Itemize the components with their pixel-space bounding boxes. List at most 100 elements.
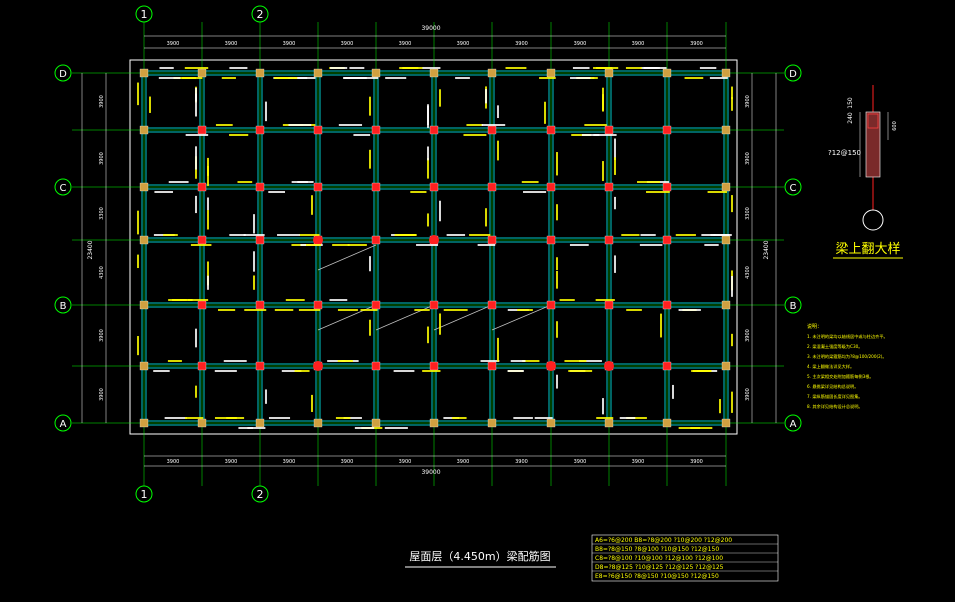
column	[255, 418, 265, 428]
axis-bubble-2-top: 2	[251, 5, 269, 23]
column	[371, 418, 381, 428]
beam-annotation	[559, 299, 575, 301]
beam-annotation-vertical	[614, 196, 616, 210]
beam-annotation	[215, 124, 233, 126]
column	[139, 125, 149, 135]
beam-annotation-vertical	[195, 385, 197, 398]
column	[371, 125, 381, 135]
beam-annotation-vertical	[660, 313, 662, 338]
beam-annotation	[298, 309, 321, 311]
column	[487, 68, 497, 78]
svg-text:B: B	[60, 301, 67, 312]
column	[371, 182, 381, 192]
beam-annotation	[678, 309, 701, 311]
axis-bubble-2-bottom: 2	[251, 485, 269, 503]
beam-annotation-vertical	[137, 82, 139, 106]
beam-annotation	[422, 370, 441, 372]
beam-annotation	[451, 417, 467, 419]
beam-annotation-vertical	[731, 333, 733, 347]
bay-dimension: 3900	[457, 41, 470, 47]
beam-annotation	[699, 67, 717, 69]
beam-annotation	[288, 124, 312, 126]
column	[313, 418, 323, 428]
beam-annotation-vertical	[369, 319, 371, 336]
column-large	[313, 235, 323, 245]
beam-annotation	[159, 67, 174, 69]
bay-dimension: 3900	[283, 41, 296, 47]
beam-annotation	[306, 244, 321, 246]
stirrup-table: A6=?6@200 B8=?8@200 ?10@200 ?12@200 B8=?…	[591, 534, 779, 582]
beam-annotation	[163, 234, 178, 236]
beam-annotation	[626, 309, 642, 311]
column	[546, 300, 556, 310]
beam-annotation-vertical	[614, 138, 616, 161]
beam-annotation	[332, 244, 350, 246]
beam-annotation	[337, 309, 358, 311]
beam-annotation	[268, 417, 291, 419]
bay-dimension: 3900	[167, 41, 180, 47]
beam-annotation	[595, 67, 619, 69]
column	[546, 68, 556, 78]
note-line: 1. 未注明的梁均以轴线居中或与柱边齐平。	[807, 333, 888, 340]
row-dimension: 3900	[745, 329, 751, 342]
column	[662, 300, 672, 310]
beam-annotation	[274, 77, 289, 79]
column	[255, 125, 265, 135]
beam-annotation	[299, 234, 320, 236]
column	[313, 300, 323, 310]
beam-annotation-vertical	[427, 213, 429, 227]
axis-bubble-1-bottom: 1	[135, 485, 153, 503]
beam-annotation	[480, 360, 500, 362]
beam-annotation	[463, 134, 487, 136]
beam-annotation	[154, 191, 173, 193]
detail-section-mark	[862, 209, 884, 231]
bay-dimension: 3900	[225, 459, 238, 465]
column-large	[429, 235, 439, 245]
beam-annotation	[353, 134, 371, 136]
beam-annotation	[285, 299, 305, 301]
beam-annotation-vertical	[311, 394, 313, 412]
beam-annotation	[701, 234, 716, 236]
svg-text:2: 2	[257, 8, 264, 21]
column	[662, 68, 672, 78]
beam-annotation	[338, 124, 363, 126]
table-row: D8=?8@125 ?10@125 ?12@125 ?12@125	[595, 564, 724, 571]
beam-annotation-vertical	[556, 204, 558, 221]
row-dimension: 3900	[99, 388, 105, 401]
beam-annotation	[455, 77, 470, 79]
beam-annotation	[360, 309, 378, 311]
svg-text:A: A	[60, 419, 67, 430]
column	[371, 68, 381, 78]
beam-annotation	[621, 234, 640, 236]
note-line: 8. 其余详见结构设计总说明。	[807, 403, 863, 410]
axis-bubble-D-right: D	[784, 64, 802, 82]
beam-annotation	[507, 370, 524, 372]
beam-annotation	[190, 244, 212, 246]
beam-annotation	[619, 417, 636, 419]
beam-annotation	[539, 77, 556, 79]
column	[429, 182, 439, 192]
beam-annotation-vertical	[556, 257, 558, 271]
row-dimension: 4300	[99, 266, 105, 279]
svg-text:C: C	[790, 183, 797, 194]
note-line: 4. 梁上翻做法详见大样。	[807, 363, 854, 370]
beam-annotation-vertical	[439, 313, 441, 335]
svg-text:D: D	[59, 69, 67, 80]
beam-annotation	[384, 427, 408, 429]
beam-annotation-vertical	[253, 251, 255, 272]
column	[313, 182, 323, 192]
beam-annotation-vertical	[207, 197, 209, 211]
column	[313, 68, 323, 78]
column	[139, 361, 149, 371]
table-row: B8=?8@150 ?8@100 ?10@150 ?12@150	[595, 546, 719, 553]
column	[429, 300, 439, 310]
beam-annotation-vertical	[207, 210, 209, 230]
column	[721, 125, 731, 135]
column	[546, 125, 556, 135]
beam-annotation	[691, 370, 712, 372]
beam-annotation	[158, 77, 181, 79]
beam-annotation	[414, 309, 430, 311]
column	[487, 361, 497, 371]
beam-annotation-vertical	[731, 276, 733, 297]
beam-annotation-vertical	[602, 161, 604, 182]
